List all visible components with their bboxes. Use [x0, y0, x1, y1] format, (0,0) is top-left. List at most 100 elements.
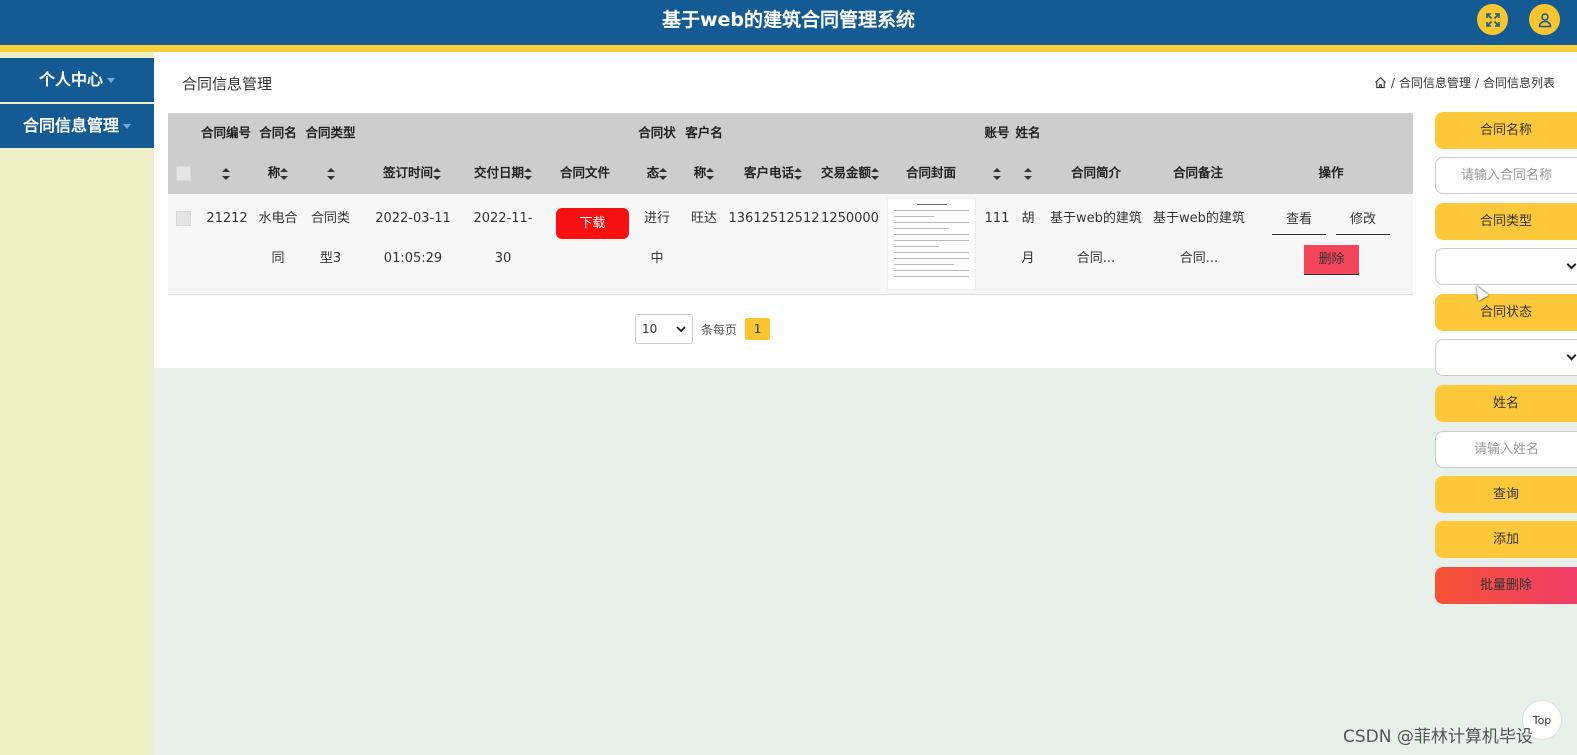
- page-number-current[interactable]: 1: [745, 318, 771, 340]
- fullscreen-button[interactable]: [1477, 4, 1508, 35]
- cell-remark-line2: 合同...: [1179, 251, 1219, 266]
- breadcrumb-item: 合同信息列表: [1482, 76, 1555, 90]
- cell-intro: 基于web的建筑: [1050, 211, 1142, 226]
- col-header-amount[interactable]: 交易金额: [818, 153, 882, 193]
- sort-icon: [794, 167, 802, 180]
- query-button[interactable]: 查询: [1435, 476, 1577, 513]
- sidebar-item-contract-management[interactable]: 合同信息管理: [0, 104, 154, 148]
- sort-icon[interactable]: [303, 153, 358, 193]
- breadcrumb-item[interactable]: 合同信息管理: [1399, 74, 1471, 91]
- contract-name-input[interactable]: 请输入合同名称: [1435, 157, 1577, 194]
- col-header-type: 合同类型: [305, 125, 356, 140]
- table-header: 合同编号 合同名 称 合同类型 签订时间 交付日期 合同文件 合同状 态 客户名…: [168, 113, 1413, 194]
- breadcrumb-separator: /: [1390, 75, 1395, 90]
- person-input[interactable]: 请输入姓名: [1435, 431, 1577, 468]
- app-title: 基于web的建筑合同管理系统: [661, 9, 916, 31]
- col-header-account: 账号: [984, 125, 1010, 140]
- cell-customer: 旺达: [690, 211, 717, 226]
- cell-type-line2: 型3: [319, 251, 342, 266]
- page-size-value: 10: [642, 322, 658, 336]
- caret-down-icon: [123, 124, 131, 129]
- contract-name-label: 合同名称: [1435, 112, 1577, 149]
- col-header-customer: 客户名: [685, 125, 723, 140]
- chevron-down-icon: [1566, 259, 1577, 270]
- expand-icon: [1485, 12, 1500, 27]
- col-header-person: 姓名: [1015, 125, 1041, 140]
- chevron-down-icon: [1566, 350, 1577, 361]
- contract-status-label: 合同状态: [1435, 294, 1577, 331]
- sidebar-item-label: 个人中心: [38, 70, 103, 89]
- col-header-status: 合同状: [638, 125, 676, 140]
- col-header-contract-no: 合同编号: [200, 125, 251, 140]
- add-button[interactable]: 添加: [1435, 521, 1577, 558]
- sort-icon: [659, 167, 668, 180]
- cell-remark: 基于web的建筑: [1153, 211, 1245, 226]
- caret-down-icon: [107, 78, 115, 83]
- cell-status-line2: 中: [650, 251, 664, 266]
- cell-person-line2: 月: [1021, 251, 1035, 266]
- breadcrumb: / 合同信息管理 / 合同信息列表: [1374, 74, 1555, 91]
- user-icon: [1538, 12, 1551, 27]
- cell-name-line2: 同: [271, 251, 285, 266]
- sidebar-item-personal-center[interactable]: 个人中心: [0, 58, 154, 102]
- cell-account: 111: [984, 211, 1010, 226]
- download-button[interactable]: 下载: [556, 208, 629, 239]
- col-header-phone[interactable]: 客户电话: [730, 153, 816, 193]
- home-icon[interactable]: [1374, 76, 1387, 89]
- col-header-status-sort[interactable]: 态: [634, 153, 680, 193]
- breadcrumb-separator: /: [1474, 75, 1479, 90]
- view-button[interactable]: 查看: [1272, 205, 1326, 235]
- cell-name: 水电合: [258, 211, 298, 226]
- sidebar: [0, 52, 154, 755]
- cell-sign-time-line2: 01:05:29: [383, 251, 443, 266]
- col-header-customer-sort[interactable]: 称: [682, 153, 726, 193]
- sort-icon[interactable]: [980, 153, 1014, 193]
- header-stripe: [0, 45, 1577, 52]
- col-header-cover: 合同封面: [905, 165, 956, 180]
- edit-button[interactable]: 修改: [1336, 205, 1390, 235]
- select-all-checkbox[interactable]: [176, 166, 191, 181]
- cell-status: 进行: [643, 211, 670, 226]
- col-header-deliver-date[interactable]: 交付日期: [468, 153, 538, 193]
- col-header-file: 合同文件: [559, 165, 610, 180]
- sort-icon: [280, 167, 289, 180]
- col-header-actions: 操作: [1318, 165, 1344, 180]
- cell-deliver-date: 2022-11-: [473, 211, 533, 226]
- person-label: 姓名: [1435, 385, 1577, 422]
- cell-intro-line2: 合同...: [1076, 251, 1116, 266]
- contract-cover-image[interactable]: [887, 198, 976, 290]
- row-checkbox[interactable]: [176, 211, 191, 226]
- per-page-label: 条每页: [701, 322, 738, 337]
- sort-icon[interactable]: [1014, 153, 1042, 193]
- chevron-down-icon: [676, 326, 686, 333]
- col-header-name: 合同名: [259, 125, 297, 140]
- cell-deliver-date-line2: 30: [494, 251, 512, 266]
- contract-type-select[interactable]: [1435, 248, 1577, 285]
- col-header-name-sort[interactable]: 称: [257, 153, 299, 193]
- sort-icon: [706, 167, 715, 180]
- sort-icon: [524, 167, 532, 180]
- page-title: 合同信息管理: [182, 75, 273, 93]
- sort-icon: [871, 167, 879, 180]
- cell-sign-time: 2022-03-11: [375, 211, 451, 226]
- sidebar-item-label: 合同信息管理: [22, 116, 119, 135]
- cell-contract-no: 21212: [206, 211, 248, 226]
- cell-type: 合同类: [310, 211, 350, 226]
- watermark: CSDN @菲林计算机毕设: [1343, 727, 1533, 747]
- cell-phone: 13612512512: [728, 211, 820, 226]
- cell-amount: 1250000: [821, 211, 879, 226]
- sort-icon[interactable]: [200, 153, 252, 193]
- delete-button[interactable]: 删除: [1304, 245, 1359, 275]
- user-menu-button[interactable]: [1529, 4, 1560, 35]
- page-size-select[interactable]: 10: [635, 314, 693, 344]
- table-row: 21212 水电合 同 合同类 型3 2022-03-11 01:05:29 2…: [168, 194, 1413, 295]
- batch-delete-button[interactable]: 批量删除: [1435, 567, 1577, 604]
- contract-type-label: 合同类型: [1435, 203, 1577, 240]
- cell-person: 胡: [1021, 211, 1035, 226]
- pagination: 10 条每页 1: [635, 314, 771, 344]
- col-header-sign-time[interactable]: 签订时间: [376, 153, 448, 193]
- contract-status-select[interactable]: [1435, 339, 1577, 376]
- col-header-intro: 合同简介: [1070, 165, 1121, 180]
- sort-icon: [433, 167, 441, 180]
- col-header-remark: 合同备注: [1172, 165, 1223, 180]
